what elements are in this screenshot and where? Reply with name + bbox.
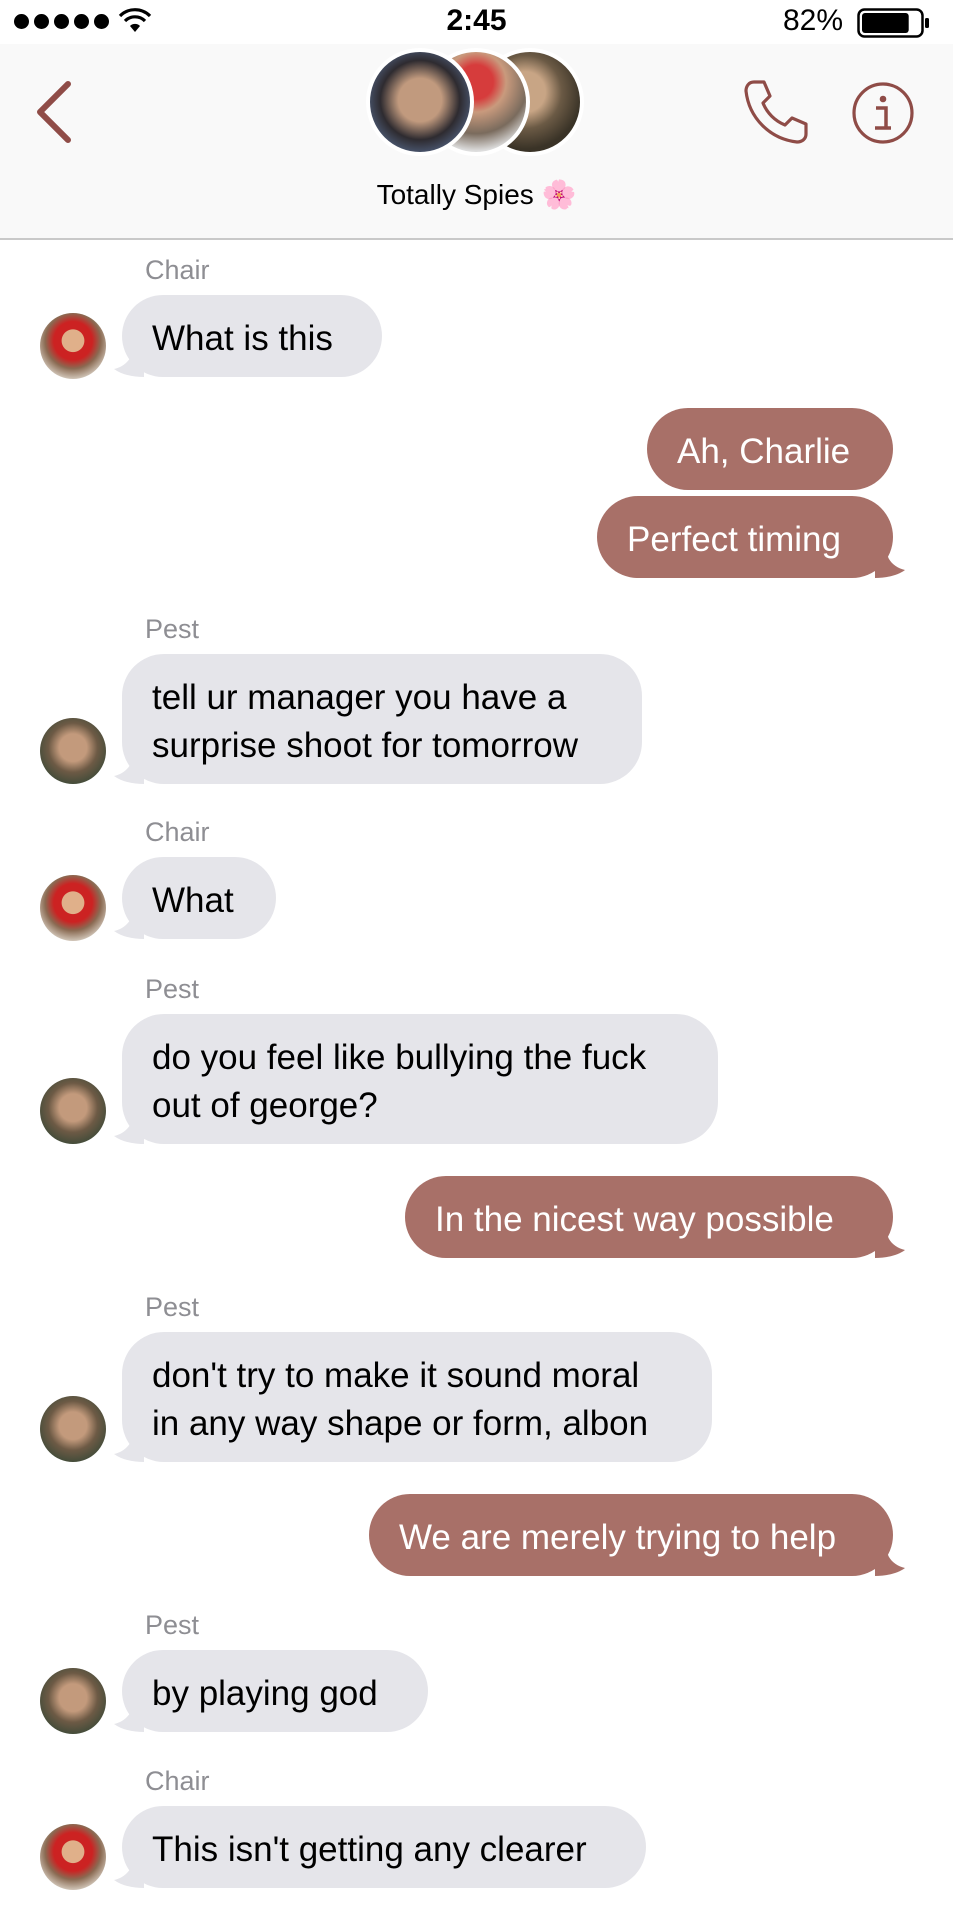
sender-name: Pest bbox=[145, 1292, 200, 1322]
avatar[interactable] bbox=[40, 1078, 106, 1144]
message-text: Perfect timing bbox=[627, 520, 841, 559]
message-text-line: don't try to make it sound moral bbox=[152, 1356, 640, 1395]
group-name[interactable]: Totally Spies 🌸 bbox=[0, 178, 953, 211]
sender-name: Pest bbox=[145, 974, 200, 1004]
message-bubble[interactable]: What bbox=[122, 857, 276, 939]
status-bar: 2:45 82% bbox=[0, 0, 953, 44]
message-bubble[interactable]: tell ur manager you have a surprise shoo… bbox=[122, 654, 642, 784]
sender-name: Pest bbox=[145, 614, 200, 644]
group-avatars[interactable] bbox=[366, 44, 596, 162]
info-icon[interactable] bbox=[850, 80, 916, 146]
message-bubble[interactable]: by playing god bbox=[122, 1650, 428, 1732]
message-text-line: do you feel like bullying the fuck bbox=[152, 1038, 647, 1077]
sender-name: Chair bbox=[145, 255, 210, 285]
avatar[interactable] bbox=[40, 875, 106, 941]
avatar[interactable] bbox=[40, 1668, 106, 1734]
message-bubble[interactable]: don't try to make it sound moral in any … bbox=[122, 1332, 712, 1462]
message-text-line: out of george? bbox=[152, 1086, 378, 1125]
message-bubble[interactable]: In the nicest way possible bbox=[405, 1176, 893, 1258]
sender-name: Chair bbox=[145, 817, 210, 847]
conversation-header: Totally Spies 🌸 bbox=[0, 44, 953, 240]
back-button[interactable] bbox=[32, 74, 82, 152]
battery-percentage: 82% bbox=[782, 4, 843, 37]
message-text-line: in any way shape or form, albon bbox=[152, 1404, 649, 1443]
message-bubble[interactable]: What is this bbox=[122, 295, 382, 377]
avatar[interactable] bbox=[40, 313, 106, 379]
sender-name: Chair bbox=[145, 1766, 210, 1796]
message-bubble[interactable]: Ah, Charlie bbox=[647, 408, 893, 490]
avatar[interactable] bbox=[40, 1396, 106, 1462]
message-text: This isn't getting any clearer bbox=[152, 1830, 587, 1869]
message-text: We are merely trying to help bbox=[399, 1518, 837, 1557]
phone-call-button[interactable] bbox=[740, 76, 812, 148]
avatar[interactable] bbox=[40, 1824, 106, 1890]
message-text: Ah, Charlie bbox=[677, 432, 851, 471]
sender-name: Pest bbox=[145, 1610, 200, 1640]
avatar[interactable] bbox=[40, 718, 106, 784]
battery-icon bbox=[857, 8, 929, 38]
message-text: What is this bbox=[152, 319, 333, 358]
cherry-blossom-emoji: 🌸 bbox=[541, 179, 577, 210]
message-text-line: surprise shoot for tomorrow bbox=[152, 726, 578, 765]
message-bubble[interactable]: do you feel like bullying the fuck out o… bbox=[122, 1014, 718, 1144]
message-text: by playing god bbox=[152, 1674, 378, 1713]
message-text: In the nicest way possible bbox=[435, 1200, 834, 1239]
message-text-line: tell ur manager you have a bbox=[152, 678, 567, 717]
group-name-label: Totally Spies bbox=[376, 179, 534, 210]
group-member-avatar bbox=[366, 48, 474, 156]
message-text: What bbox=[152, 881, 234, 920]
message-bubble[interactable]: We are merely trying to help bbox=[369, 1494, 893, 1576]
message-bubble[interactable]: This isn't getting any clearer bbox=[122, 1806, 646, 1888]
message-bubble[interactable]: Perfect timing bbox=[597, 496, 893, 578]
message-list[interactable]: Chair What is this Ah, Charlie Perfect t… bbox=[0, 240, 953, 1920]
